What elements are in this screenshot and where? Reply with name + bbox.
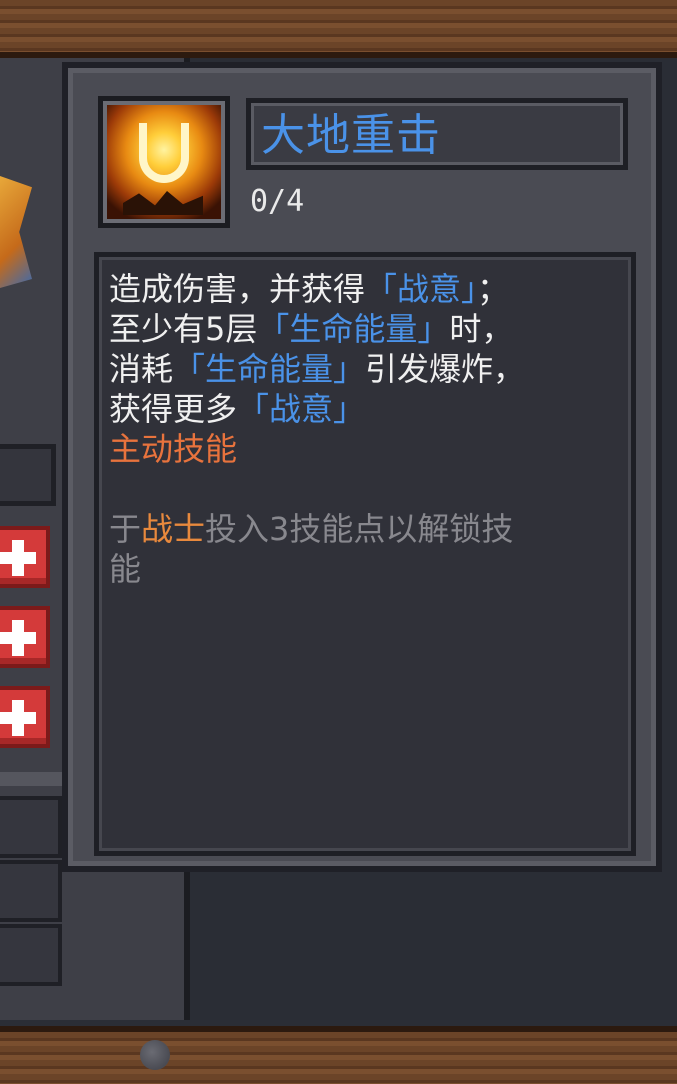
skill-tooltip: 大地重击 0/4 造成伤害，并获得「战意」； 至少有5层「生命能量」时， 消耗「… — [62, 62, 662, 872]
description-line: 消耗「生命能量」引发爆炸， — [109, 349, 525, 389]
unlock-suffix: 投入3技能点以解锁技 — [205, 510, 514, 548]
list-item[interactable] — [0, 924, 62, 986]
add-point-button[interactable] — [0, 606, 50, 668]
description-line: 获得更多「战意」 — [109, 389, 365, 429]
earth-slam-icon — [98, 96, 230, 228]
wood-frame-top — [0, 0, 677, 58]
keyword-life-energy: 「生命能量」 — [173, 350, 366, 388]
list-item[interactable] — [0, 796, 62, 858]
add-point-button[interactable] — [0, 526, 50, 588]
description-text: 获得更多 — [109, 390, 238, 428]
class-name: 战士 — [141, 510, 206, 548]
keyword-battle-intent: 「战意」 — [237, 390, 366, 428]
skill-title: 大地重击 — [261, 110, 441, 161]
skill-slot[interactable] — [0, 444, 56, 506]
skill-description: 造成伤害，并获得「战意」； 至少有5层「生命能量」时， 消耗「生命能量」引发爆炸… — [94, 252, 636, 856]
description-text: 时， — [449, 310, 514, 348]
icon-ground-crack — [123, 191, 203, 215]
unlock-requirement-cont: 能 — [109, 550, 142, 588]
description-text: 消耗 — [109, 350, 174, 388]
skill-type-label: 主动技能 — [109, 430, 238, 468]
divider — [0, 772, 62, 786]
description-text: 造成伤害，并获得 — [109, 270, 366, 308]
skill-level: 0/4 — [250, 184, 305, 219]
keyword-life-energy: 「生命能量」 — [257, 310, 450, 348]
class-emblem-icon — [0, 176, 32, 288]
skill-title-box: 大地重击 — [246, 98, 628, 170]
icon-flame-ring — [139, 123, 189, 183]
list-item[interactable] — [0, 860, 62, 922]
description-line: 至少有5层「生命能量」时， — [109, 309, 513, 349]
bolt-decoration — [140, 1040, 170, 1070]
description-line: 造成伤害，并获得「战意」； — [109, 269, 509, 309]
description-text: 引发爆炸， — [365, 350, 526, 388]
unlock-requirement: 于战士投入3技能点以解锁技 — [109, 509, 513, 549]
unlock-prefix: 于 — [109, 510, 142, 548]
description-text: 至少有5层 — [109, 310, 258, 348]
wood-frame-bottom — [0, 1026, 677, 1084]
add-point-button[interactable] — [0, 686, 50, 748]
description-text: ； — [477, 270, 510, 308]
keyword-battle-intent: 「战意」 — [365, 270, 478, 308]
